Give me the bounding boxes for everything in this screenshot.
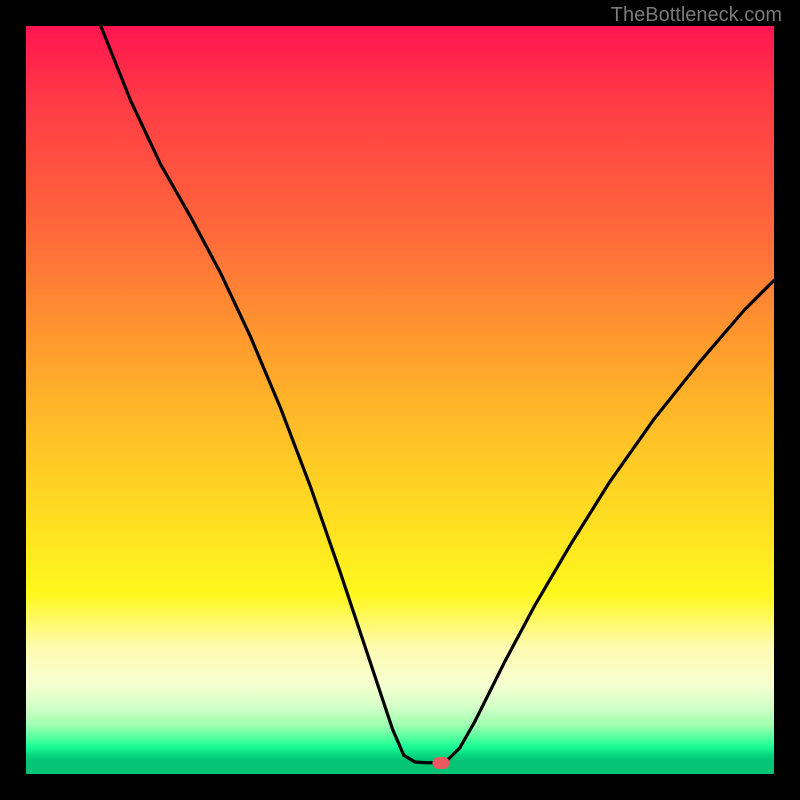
watermark-text: TheBottleneck.com xyxy=(611,4,782,27)
plot-area xyxy=(26,26,774,774)
optimal-point-marker xyxy=(433,757,450,769)
bottleneck-curve xyxy=(26,26,774,774)
chart-frame: TheBottleneck.com xyxy=(0,0,800,800)
